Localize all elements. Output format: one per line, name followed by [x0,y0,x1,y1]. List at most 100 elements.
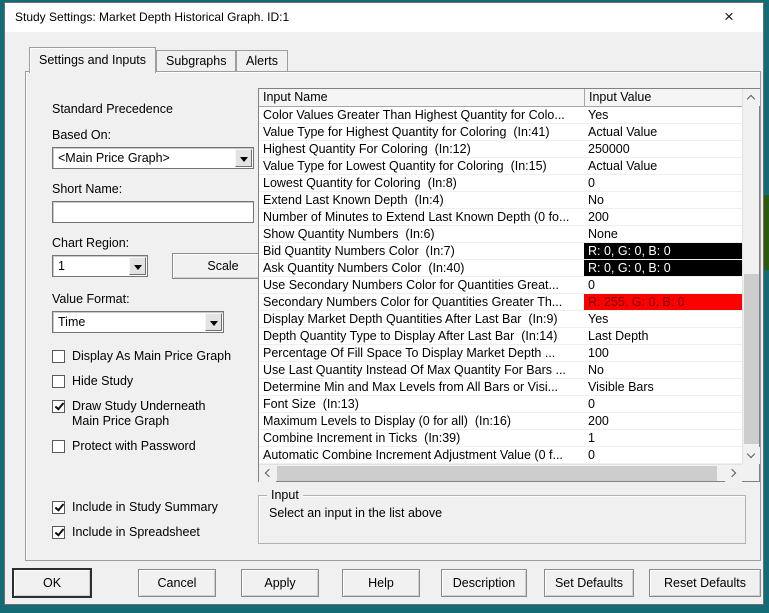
input-name-cell[interactable]: Bid Quantity Numbers Color (In:7) [259,243,584,259]
input-value-cell[interactable]: 250000 [584,141,742,157]
input-value-cell[interactable]: Visible Bars [584,379,742,395]
input-value-cell[interactable]: Actual Value [584,158,742,174]
input-name-cell[interactable]: Secondary Numbers Color for Quantities G… [259,294,584,310]
table-row[interactable]: Percentage Of Fill Space To Display Mark… [259,345,742,362]
table-row[interactable]: Highest Quantity For Coloring (In:12) 250… [259,141,742,158]
checkbox-include-in-study-summary[interactable]: Include in Study Summary [52,500,218,515]
table-row[interactable]: Extend Last Known Depth (In:4) No [259,192,742,209]
table-row[interactable]: Maximum Levels to Display (0 for all) (I… [259,413,742,430]
input-value-cell[interactable]: No [584,362,742,378]
input-name-cell[interactable]: Font Size (In:13) [259,396,584,412]
input-name-cell[interactable]: Color Values Greater Than Highest Quanti… [259,107,584,123]
close-icon[interactable]: × [713,3,745,32]
ok-button[interactable]: OK [13,569,91,597]
input-name-cell[interactable]: Use Last Quantity Instead Of Max Quantit… [259,362,584,378]
reset-defaults-button[interactable]: Reset Defaults [649,569,761,597]
scroll-up-icon[interactable] [743,89,760,106]
table-row[interactable]: Combine Increment in Ticks (In:39) 1 [259,430,742,447]
help-button[interactable]: Help [342,569,420,597]
column-header-input-name[interactable]: Input Name [259,89,584,106]
tab-subgraphs[interactable]: Subgraphs [156,50,237,72]
table-row[interactable]: Depth Quantity Type to Display After Las… [259,328,742,345]
input-name-cell[interactable]: Ask Quantity Numbers Color (In:40) [259,260,584,276]
input-value-cell[interactable]: 0 [584,396,742,412]
input-value-color-swatch[interactable]: R: 0, G: 0, B: 0 [584,243,742,259]
input-value-cell[interactable]: 0 [584,277,742,293]
input-name-cell[interactable]: Automatic Combine Increment Adjustment V… [259,447,584,463]
based-on-select[interactable]: <Main Price Graph> [52,147,254,169]
checkbox-draw-study-underneath-main-price-graph[interactable]: Draw Study Underneath Main Price Graph [52,399,276,429]
input-value-cell[interactable]: Last Depth [584,328,742,344]
input-name-cell[interactable]: Determine Min and Max Levels from All Ba… [259,379,584,395]
dropdown-arrow-icon[interactable] [129,257,146,275]
table-row[interactable]: Lowest Quantity for Coloring (In:8) 0 [259,175,742,192]
table-row[interactable]: Font Size (In:13) 0 [259,396,742,413]
input-name-cell[interactable]: Value Type for Highest Quantity for Colo… [259,124,584,140]
input-value-cell[interactable]: 100 [584,345,742,361]
input-name-cell[interactable]: Lowest Quantity for Coloring (In:8) [259,175,584,191]
input-value-cell[interactable]: None [584,226,742,242]
horizontal-scrollbar-thumb[interactable] [277,466,717,481]
input-name-cell[interactable]: Depth Quantity Type to Display After Las… [259,328,584,344]
value-format-select[interactable]: Time [52,311,224,333]
checkbox-hide-study[interactable]: Hide Study [52,374,276,389]
input-value-color-swatch[interactable]: R: 0, G: 0, B: 0 [584,260,742,276]
input-name-cell[interactable]: Display Market Depth Quantities After La… [259,311,584,327]
vertical-scrollbar-thumb[interactable] [744,274,759,444]
input-value-cell[interactable]: 200 [584,209,742,225]
unchecked-checkbox-icon[interactable] [52,375,65,388]
dropdown-arrow-icon[interactable] [235,149,252,167]
table-row[interactable]: Color Values Greater Than Highest Quanti… [259,107,742,124]
description-button[interactable]: Description [441,569,527,597]
input-value-cell[interactable]: 0 [584,175,742,191]
input-value-color-swatch[interactable]: R: 255, G: 0, B: 0 [584,294,742,310]
input-name-cell[interactable]: Number of Minutes to Extend Last Known D… [259,209,584,225]
input-name-cell[interactable]: Extend Last Known Depth (In:4) [259,192,584,208]
input-name-cell[interactable]: Highest Quantity For Coloring (In:12) [259,141,584,157]
table-row[interactable]: Value Type for Highest Quantity for Colo… [259,124,742,141]
input-value-cell[interactable]: 0 [584,447,742,463]
checked-checkbox-icon[interactable] [52,526,65,539]
table-row[interactable]: Determine Min and Max Levels from All Ba… [259,379,742,396]
table-row[interactable]: Bid Quantity Numbers Color (In:7) R: 0, G… [259,243,742,260]
table-row[interactable]: Value Type for Lowest Quantity for Color… [259,158,742,175]
input-name-cell[interactable]: Combine Increment in Ticks (In:39) [259,430,584,446]
table-row[interactable]: Secondary Numbers Color for Quantities G… [259,294,742,311]
table-row[interactable]: Number of Minutes to Extend Last Known D… [259,209,742,226]
table-row[interactable]: Automatic Combine Increment Adjustment V… [259,447,742,464]
checked-checkbox-icon[interactable] [52,400,65,413]
tab-settings-and-inputs[interactable]: Settings and Inputs [29,47,157,73]
set-defaults-button[interactable]: Set Defaults [544,569,634,597]
checkbox-include-in-spreadsheet[interactable]: Include in Spreadsheet [52,525,218,540]
input-name-cell[interactable]: Percentage Of Fill Space To Display Mark… [259,345,584,361]
chart-region-select[interactable]: 1 [52,255,148,277]
scroll-down-icon[interactable] [743,447,760,464]
table-row[interactable]: Ask Quantity Numbers Color (In:40) R: 0, … [259,260,742,277]
input-value-cell[interactable]: 1 [584,430,742,446]
input-value-cell[interactable]: Yes [584,311,742,327]
unchecked-checkbox-icon[interactable] [52,350,65,363]
input-name-cell[interactable]: Value Type for Lowest Quantity for Color… [259,158,584,174]
input-name-cell[interactable]: Show Quantity Numbers (In:6) [259,226,584,242]
horizontal-scrollbar[interactable] [259,464,742,482]
input-value-cell[interactable]: No [584,192,742,208]
short-name-input[interactable] [52,201,254,223]
input-value-cell[interactable]: 200 [584,413,742,429]
unchecked-checkbox-icon[interactable] [52,440,65,453]
input-name-cell[interactable]: Maximum Levels to Display (0 for all) (I… [259,413,584,429]
checked-checkbox-icon[interactable] [52,501,65,514]
input-name-cell[interactable]: Use Secondary Numbers Color for Quantiti… [259,277,584,293]
table-row[interactable]: Use Last Quantity Instead Of Max Quantit… [259,362,742,379]
tab-alerts[interactable]: Alerts [236,50,288,72]
cancel-button[interactable]: Cancel [138,569,216,597]
vertical-scrollbar[interactable] [742,89,760,464]
input-value-cell[interactable]: Yes [584,107,742,123]
table-row[interactable]: Show Quantity Numbers (In:6) None [259,226,742,243]
table-row[interactable]: Display Market Depth Quantities After La… [259,311,742,328]
table-row[interactable]: Use Secondary Numbers Color for Quantiti… [259,277,742,294]
scroll-right-icon[interactable] [725,465,742,482]
dropdown-arrow-icon[interactable] [205,313,222,331]
input-value-cell[interactable]: Actual Value [584,124,742,140]
checkbox-protect-with-password[interactable]: Protect with Password [52,439,276,454]
scroll-left-icon[interactable] [259,465,276,482]
